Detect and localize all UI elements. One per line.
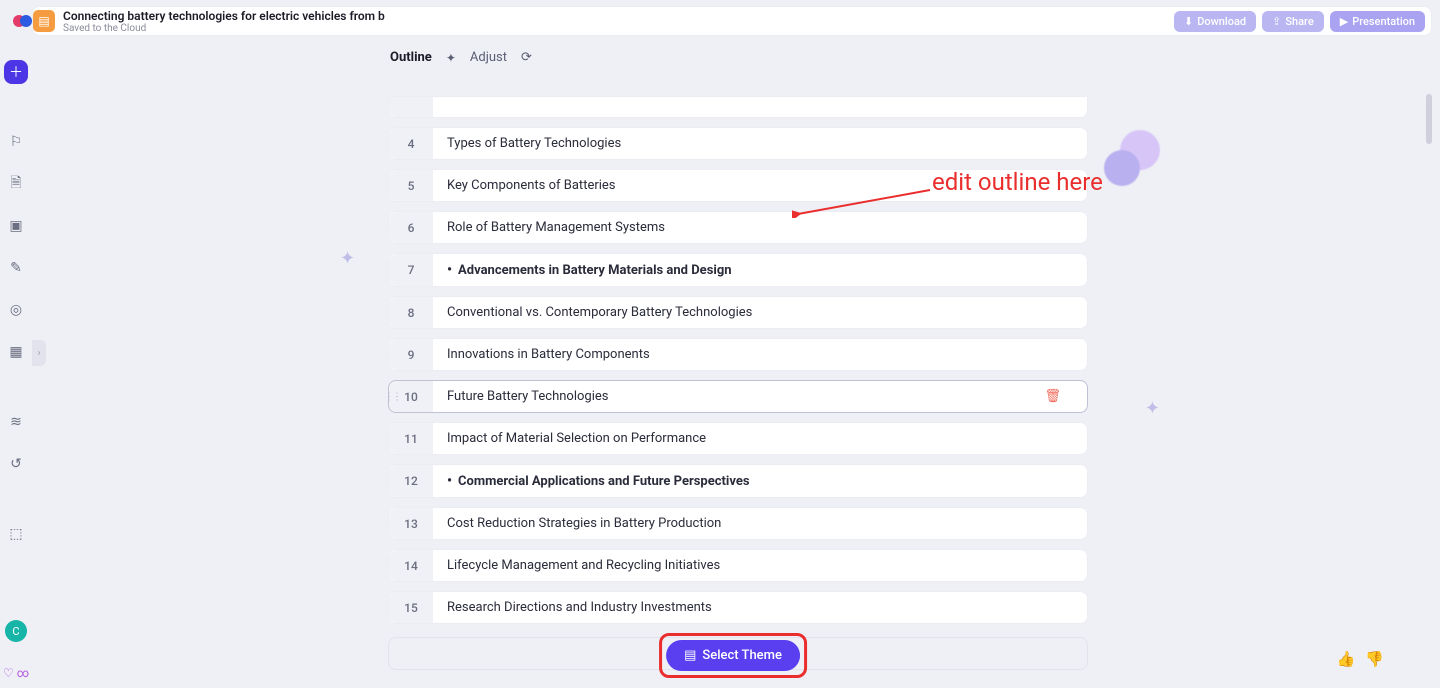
card-body[interactable]: Cost Reduction Strategies in Battery Pro…	[433, 508, 1087, 539]
card-title: Role of Battery Management Systems	[447, 220, 665, 235]
card-number: 14	[389, 550, 433, 581]
card-title: Types of Battery Technologies	[447, 136, 621, 151]
outline-toolbar: Outline ✦ Adjust ⟳	[390, 50, 532, 65]
share-icon: ⇪	[1272, 15, 1281, 28]
cube-icon[interactable]: ⬚	[4, 522, 28, 546]
drag-handle-icon[interactable]: ⋮⋮	[384, 391, 400, 402]
outline-card[interactable]: 14 Lifecycle Management and Recycling Ini…	[388, 549, 1088, 582]
card-number: 15	[389, 592, 433, 623]
card-body[interactable]: Types of Battery Technologies	[433, 128, 1087, 159]
card-title: Cost Reduction Strategies in Battery Pro…	[447, 516, 721, 531]
outline-card[interactable]: 12 • Commercial Applications and Future Pe…	[388, 464, 1088, 498]
card-body[interactable]: • Advancements in Battery Materials and D…	[433, 254, 1087, 286]
card-title: Research Directions and Industry Investm…	[447, 600, 712, 615]
feedback-thumbs: 👍 👎	[1337, 650, 1384, 668]
play-icon: ▶	[1340, 15, 1348, 28]
card-body[interactable]: • Commercial Applications and Future Pers…	[433, 465, 1087, 497]
outline-card[interactable]: 9 Innovations in Battery Components	[388, 338, 1088, 371]
card-number: 4	[389, 128, 433, 159]
presentation-label: Presentation	[1352, 15, 1415, 28]
left-sidebar: ＋ ⚐ 🗎 ▣ ✎ ◎ ▦ ≋ ↺ ⬚ C ♡ ∞	[0, 44, 32, 688]
infinity-icon[interactable]: ♡ ∞	[3, 666, 29, 680]
adjust-button[interactable]: Adjust	[470, 50, 507, 65]
document-title: Connecting battery technologies for elec…	[63, 9, 385, 23]
card-number: 8	[389, 297, 433, 328]
presentation-button[interactable]: ▶ Presentation	[1330, 11, 1425, 32]
download-icon: ⬇	[1184, 15, 1193, 28]
outline-tab[interactable]: Outline	[390, 50, 432, 65]
thumbs-down-icon[interactable]: 👎	[1365, 650, 1384, 668]
share-button[interactable]: ⇪ Share	[1262, 11, 1324, 32]
magic-wand-icon[interactable]: ✎	[4, 256, 28, 280]
card-body[interactable]: Research Directions and Industry Investm…	[433, 592, 1087, 623]
outline-card[interactable]: 8 Conventional vs. Contemporary Battery T…	[388, 296, 1088, 329]
card-body[interactable]: Future Battery Technologies 🗑	[433, 381, 1087, 412]
spiral-icon[interactable]: ◎	[4, 298, 28, 322]
card-body[interactable]: Impact of Material Selection on Performa…	[433, 423, 1087, 454]
card-peek	[388, 96, 1088, 118]
bullet-icon: •	[447, 262, 452, 278]
select-theme-button[interactable]: ▤ Select Theme	[666, 640, 800, 671]
refresh-icon[interactable]: ⟳	[521, 50, 532, 65]
scrollbar[interactable]	[1426, 94, 1432, 144]
document-icon[interactable]: 🗎	[4, 172, 28, 196]
download-button[interactable]: ⬇ Download	[1174, 11, 1256, 32]
select-theme-label: Select Theme	[702, 648, 782, 663]
card-number: 11	[389, 423, 433, 454]
thumbs-up-icon[interactable]: 👍	[1337, 650, 1356, 668]
card-title: Commercial Applications and Future Persp…	[458, 474, 750, 489]
card-body[interactable]: Conventional vs. Contemporary Battery Te…	[433, 297, 1087, 328]
card-title: Impact of Material Selection on Performa…	[447, 431, 706, 446]
card-number: 13	[389, 508, 433, 539]
card-number: 9	[389, 339, 433, 370]
card-number: 12	[389, 465, 433, 497]
outline-card[interactable]: 11 Impact of Material Selection on Perfor…	[388, 422, 1088, 455]
media-icon[interactable]: ▣	[4, 214, 28, 238]
outline-card[interactable]: 4 Types of Battery Technologies	[388, 127, 1088, 160]
outline-card[interactable]: 15 Research Directions and Industry Inves…	[388, 591, 1088, 624]
card-body[interactable]: Lifecycle Management and Recycling Initi…	[433, 550, 1087, 581]
main-area: Outline ✦ Adjust ⟳ 4 Types of Battery Tec…	[32, 44, 1434, 688]
download-label: Download	[1197, 15, 1246, 28]
card-number: 10⋮⋮	[389, 381, 433, 412]
app-logo-icon	[13, 11, 33, 31]
ai-sparkle-icon[interactable]: ✦	[446, 51, 456, 65]
card-title: Advancements in Battery Materials and De…	[458, 263, 732, 278]
card-number: 5	[389, 170, 433, 201]
card-title: Innovations in Battery Components	[447, 347, 650, 362]
history-icon[interactable]: ↺	[4, 452, 28, 476]
card-body[interactable]: Role of Battery Management Systems	[433, 212, 1087, 243]
card-title: Conventional vs. Contemporary Battery Te…	[447, 305, 752, 320]
theme-icon: ▤	[684, 648, 696, 663]
outline-card[interactable]: 7 • Advancements in Battery Materials and …	[388, 253, 1088, 287]
card-number: 6	[389, 212, 433, 243]
layers-icon[interactable]: ≋	[4, 410, 28, 434]
outline-card[interactable]: 13 Cost Reduction Strategies in Battery P…	[388, 507, 1088, 540]
card-title: Key Components of Batteries	[447, 178, 616, 193]
annotation-text: edit outline here	[932, 168, 1103, 196]
grid-icon[interactable]: ▦	[4, 340, 28, 364]
select-theme-highlight: ▤ Select Theme	[659, 633, 807, 678]
document-save-status: Saved to the Cloud	[63, 23, 385, 34]
card-title: Future Battery Technologies	[447, 389, 608, 404]
add-new-button[interactable]: ＋	[4, 60, 28, 84]
delete-card-icon[interactable]: 🗑	[1044, 389, 1073, 404]
banner-icon[interactable]: ⚐	[4, 130, 28, 154]
topbar: ▤ Connecting battery technologies for el…	[32, 6, 1432, 36]
document-type-icon: ▤	[33, 10, 55, 32]
card-body[interactable]: Innovations in Battery Components	[433, 339, 1087, 370]
user-avatar[interactable]: C	[5, 620, 27, 642]
bullet-icon: •	[447, 473, 452, 489]
outline-card[interactable]: 10⋮⋮ Future Battery Technologies 🗑	[388, 380, 1088, 413]
share-label: Share	[1285, 15, 1313, 28]
outline-card[interactable]: 6 Role of Battery Management Systems	[388, 211, 1088, 244]
card-number: 7	[389, 254, 433, 286]
doc-title-block: Connecting battery technologies for elec…	[63, 9, 385, 34]
card-title: Lifecycle Management and Recycling Initi…	[447, 558, 720, 573]
